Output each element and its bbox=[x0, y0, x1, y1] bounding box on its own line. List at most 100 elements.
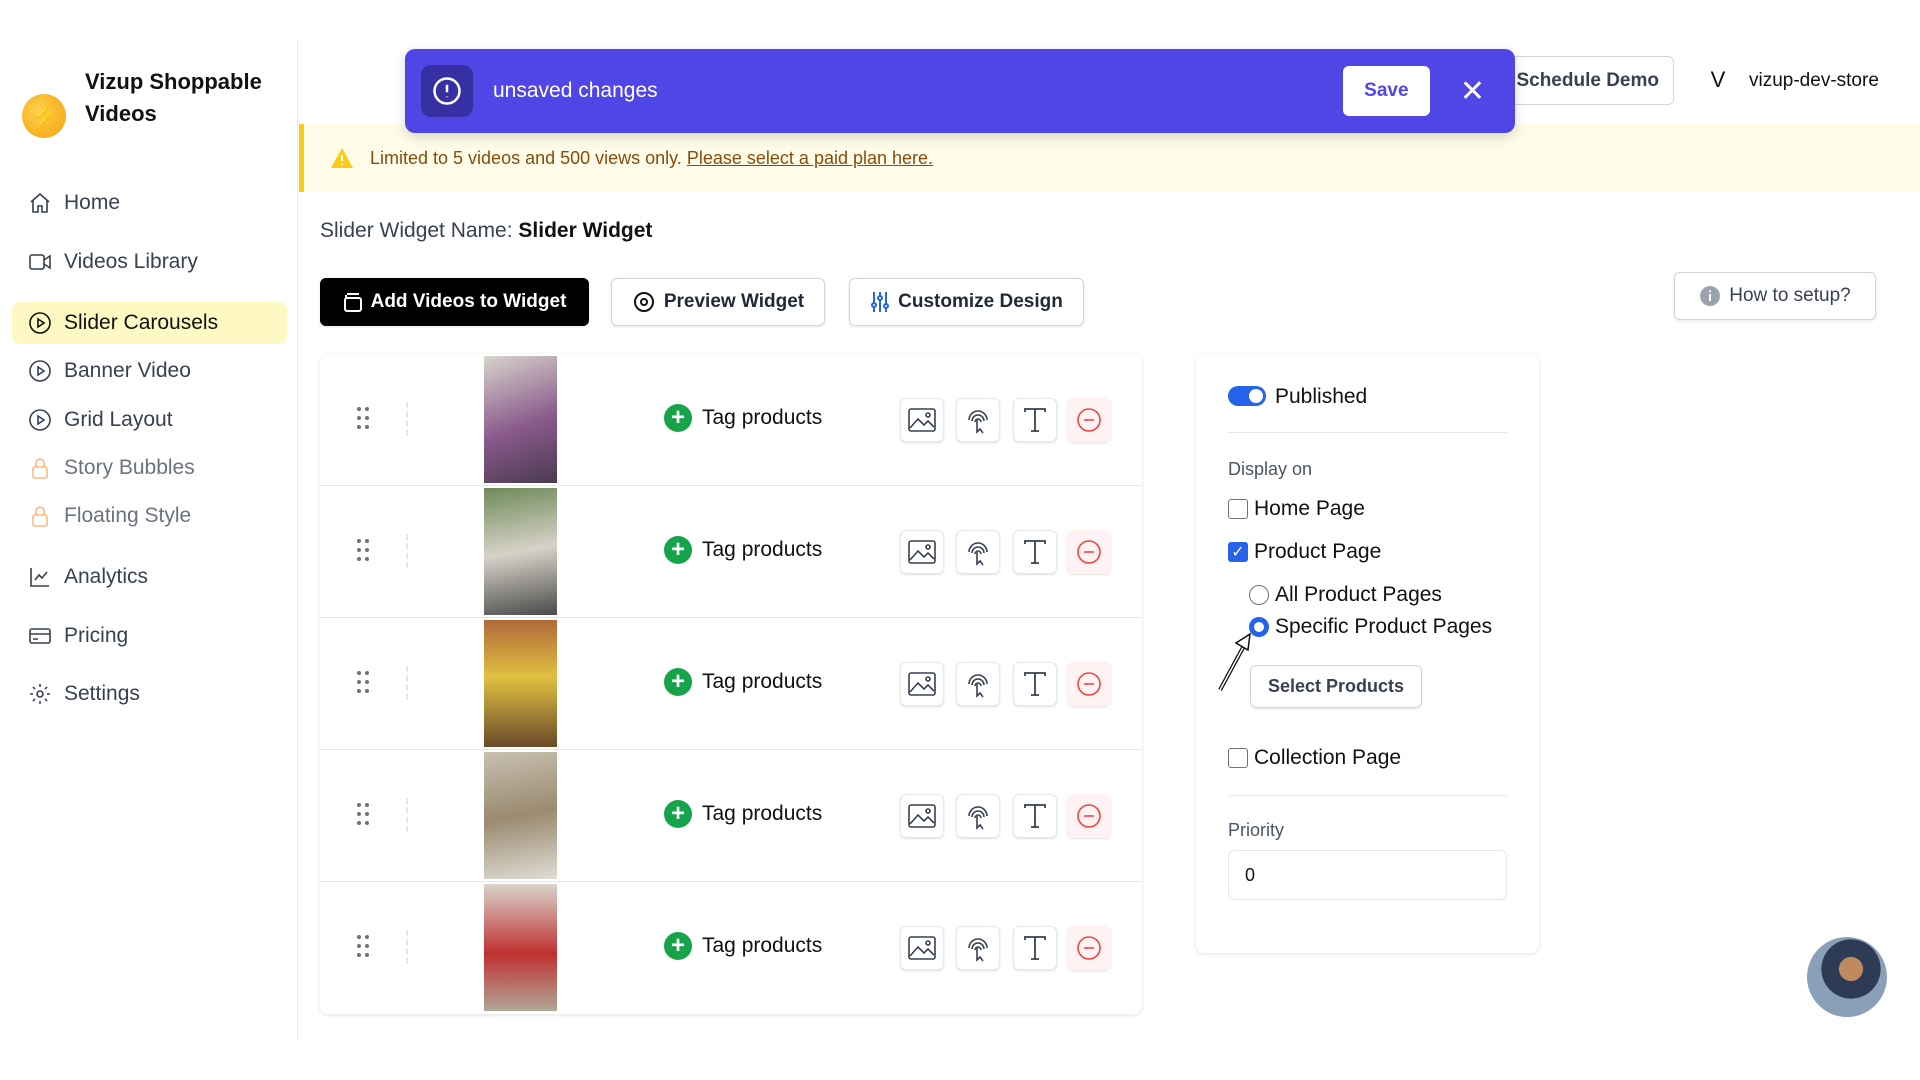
divider bbox=[406, 798, 408, 832]
video-row: + Tag products bbox=[320, 354, 1142, 486]
drag-handle-icon[interactable] bbox=[356, 670, 370, 694]
sidebar-item-home[interactable]: Home bbox=[12, 182, 287, 224]
info-icon bbox=[1700, 286, 1721, 306]
sidebar-item-banner-video[interactable]: Banner Video bbox=[12, 350, 287, 392]
warning-icon bbox=[331, 148, 353, 168]
drag-handle-icon[interactable] bbox=[356, 934, 370, 958]
sidebar-item-story-bubbles[interactable]: Story Bubbles bbox=[12, 447, 287, 489]
sidebar-item-floating-style[interactable]: Floating Style bbox=[12, 495, 287, 537]
remove-icon[interactable] bbox=[1067, 530, 1111, 574]
image-icon[interactable] bbox=[900, 662, 944, 706]
drag-handle-icon[interactable] bbox=[356, 538, 370, 562]
image-icon[interactable] bbox=[900, 926, 944, 970]
tap-cursor-icon[interactable] bbox=[956, 662, 1000, 706]
tag-products-button[interactable]: + Tag products bbox=[664, 404, 822, 432]
video-thumbnail[interactable] bbox=[484, 752, 557, 879]
video-thumbnail[interactable] bbox=[484, 620, 557, 747]
remove-icon[interactable] bbox=[1067, 926, 1111, 970]
video-row: + Tag products bbox=[320, 618, 1142, 750]
eye-icon bbox=[633, 292, 654, 312]
sidebar-item-pricing[interactable]: Pricing bbox=[12, 615, 287, 657]
tag-products-button[interactable]: + Tag products bbox=[664, 536, 822, 564]
text-icon[interactable] bbox=[1013, 530, 1057, 574]
tag-products-button[interactable]: + Tag products bbox=[664, 800, 822, 828]
sidebar-item-label: Pricing bbox=[64, 624, 129, 647]
alert-circle-icon bbox=[421, 65, 473, 117]
home-icon bbox=[30, 192, 50, 213]
image-icon[interactable] bbox=[900, 398, 944, 442]
tag-products-button[interactable]: + Tag products bbox=[664, 668, 822, 696]
schedule-demo-button[interactable]: Schedule Demo bbox=[1500, 56, 1674, 105]
published-toggle[interactable] bbox=[1228, 386, 1266, 406]
remove-icon[interactable] bbox=[1067, 398, 1111, 442]
box-icon bbox=[343, 293, 362, 312]
video-thumbnail[interactable] bbox=[484, 884, 557, 1011]
all-product-pages-radio[interactable]: All Product Pages bbox=[1249, 583, 1442, 607]
specific-product-pages-radio[interactable]: Specific Product Pages bbox=[1249, 615, 1492, 639]
home-page-checkbox[interactable]: Home Page bbox=[1228, 497, 1365, 521]
app-name: Vizup Shoppable Videos bbox=[85, 69, 262, 126]
plus-icon: + bbox=[664, 668, 692, 696]
add-videos-button[interactable]: Add Videos to Widget bbox=[320, 278, 589, 326]
divider bbox=[406, 534, 408, 568]
sidebar-item-label: Slider Carousels bbox=[64, 311, 219, 334]
video-icon bbox=[29, 254, 51, 270]
sidebar-item-grid-layout[interactable]: Grid Layout bbox=[12, 399, 287, 441]
text-icon[interactable] bbox=[1013, 398, 1057, 442]
product-page-checkbox[interactable]: ✓ Product Page bbox=[1228, 540, 1381, 564]
avatar[interactable]: V bbox=[1700, 62, 1736, 98]
plus-icon: + bbox=[664, 404, 692, 432]
preview-widget-button[interactable]: Preview Widget bbox=[611, 278, 825, 326]
plus-icon: + bbox=[664, 536, 692, 564]
tag-products-button[interactable]: + Tag products bbox=[664, 932, 822, 960]
paid-plan-link[interactable]: Please select a paid plan here. bbox=[687, 148, 933, 168]
support-chat-avatar[interactable] bbox=[1807, 937, 1887, 1017]
priority-input[interactable] bbox=[1228, 850, 1507, 900]
video-row: + Tag products bbox=[320, 486, 1142, 618]
store-name[interactable]: vizup-dev-store bbox=[1749, 70, 1879, 92]
lightning-icon: ⚡ bbox=[22, 94, 66, 138]
divider bbox=[1228, 432, 1507, 433]
video-row: + Tag products bbox=[320, 882, 1142, 1014]
text-icon[interactable] bbox=[1013, 794, 1057, 838]
tap-cursor-icon[interactable] bbox=[956, 398, 1000, 442]
plus-icon: + bbox=[664, 932, 692, 960]
sidebar-item-videos-library[interactable]: Videos Library bbox=[12, 241, 287, 283]
customize-design-button[interactable]: Customize Design bbox=[849, 278, 1084, 326]
text-icon[interactable] bbox=[1013, 662, 1057, 706]
drag-handle-icon[interactable] bbox=[356, 802, 370, 826]
play-circle-icon bbox=[29, 409, 51, 431]
unsaved-changes-toast: unsaved changes Save ✕ bbox=[405, 49, 1515, 133]
image-icon[interactable] bbox=[900, 530, 944, 574]
video-list: + Tag products + Tag products + Tag products +… bbox=[320, 354, 1142, 1014]
drag-handle-icon[interactable] bbox=[356, 406, 370, 430]
divider bbox=[406, 666, 408, 700]
sidebar-item-label: Videos Library bbox=[64, 250, 198, 273]
sidebar-item-label: Floating Style bbox=[64, 504, 192, 527]
warning-text: Limited to 5 videos and 500 views only. bbox=[370, 147, 682, 168]
tap-cursor-icon[interactable] bbox=[956, 530, 1000, 574]
sidebar: ⚡ Vizup Shoppable Videos Home Videos Libr… bbox=[0, 40, 298, 1040]
remove-icon[interactable] bbox=[1067, 794, 1111, 838]
sidebar-item-settings[interactable]: Settings bbox=[12, 673, 287, 715]
tap-cursor-icon[interactable] bbox=[956, 794, 1000, 838]
select-products-button[interactable]: Select Products bbox=[1250, 665, 1422, 708]
text-icon[interactable] bbox=[1013, 926, 1057, 970]
sidebar-item-slider-carousels[interactable]: Slider Carousels bbox=[12, 302, 287, 344]
credit-card-icon bbox=[29, 628, 51, 644]
sidebar-item-label: Settings bbox=[64, 682, 140, 705]
collection-page-checkbox[interactable]: Collection Page bbox=[1228, 746, 1401, 770]
sidebar-item-analytics[interactable]: Analytics bbox=[12, 556, 287, 598]
toast-message: unsaved changes bbox=[493, 79, 658, 102]
video-thumbnail[interactable] bbox=[484, 488, 557, 615]
sidebar-item-label: Home bbox=[64, 191, 121, 214]
save-button[interactable]: Save bbox=[1342, 66, 1430, 116]
how-to-setup-button[interactable]: How to setup? bbox=[1674, 272, 1876, 320]
image-icon[interactable] bbox=[900, 794, 944, 838]
divider bbox=[406, 930, 408, 964]
plan-warning-banner: Limited to 5 videos and 500 views only. … bbox=[299, 124, 1920, 192]
video-thumbnail[interactable] bbox=[484, 356, 557, 483]
tap-cursor-icon[interactable] bbox=[956, 926, 1000, 970]
remove-icon[interactable] bbox=[1067, 662, 1111, 706]
close-icon[interactable]: ✕ bbox=[1460, 74, 1485, 109]
